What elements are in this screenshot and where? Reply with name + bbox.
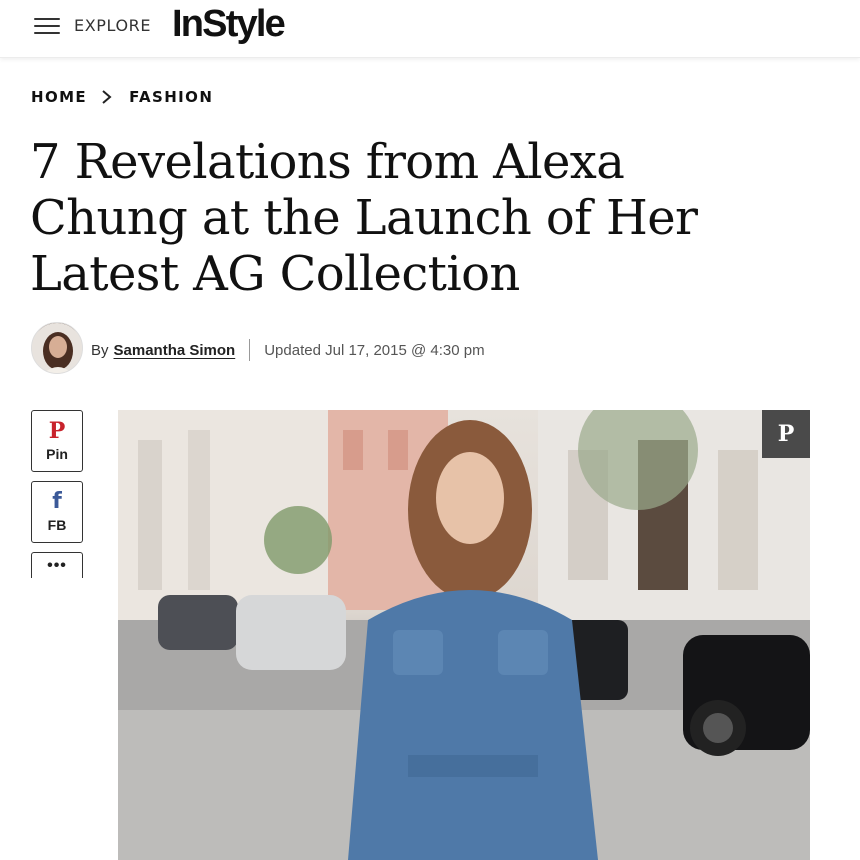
instyle-logo[interactable]: InStyle (172, 3, 286, 46)
fb-label: FB (47, 517, 67, 533)
chevron-right-icon (102, 90, 112, 104)
updated-timestamp: Updated Jul 17, 2015 @ 4:30 pm (264, 341, 485, 359)
author-avatar[interactable] (31, 322, 83, 374)
pinterest-icon: P (48, 418, 66, 444)
author-link[interactable]: Samantha Simon (114, 342, 236, 359)
more-share-button[interactable]: ••• (31, 552, 83, 578)
more-dots-icon: ••• (47, 557, 67, 574)
breadcrumb-fashion-link[interactable]: FASHION (129, 88, 213, 106)
pinterest-share-button[interactable]: P Pin (31, 410, 83, 472)
hamburger-menu-icon[interactable] (34, 16, 62, 38)
article-byline: By Samantha Simon Updated Jul 17, 2015 @… (91, 339, 485, 361)
site-header: EXPLORE InStyle (0, 0, 860, 58)
explore-menu-label[interactable]: EXPLORE (74, 16, 151, 35)
byline-divider (249, 339, 251, 361)
facebook-icon: f (52, 489, 62, 514)
pinterest-icon: P (777, 421, 795, 447)
pin-label: Pin (46, 446, 68, 462)
breadcrumb: HOME FASHION (31, 87, 213, 107)
article-title: 7 Revelations from Alexa Chung at the La… (30, 134, 698, 302)
street-photo-illustration (118, 410, 810, 860)
author-avatar-image (32, 323, 82, 373)
byline-prefix: By (91, 341, 109, 359)
image-pin-button[interactable]: P (762, 410, 810, 458)
hero-image: P (118, 410, 810, 860)
facebook-share-button[interactable]: f FB (31, 481, 83, 543)
breadcrumb-home-link[interactable]: HOME (31, 88, 87, 106)
